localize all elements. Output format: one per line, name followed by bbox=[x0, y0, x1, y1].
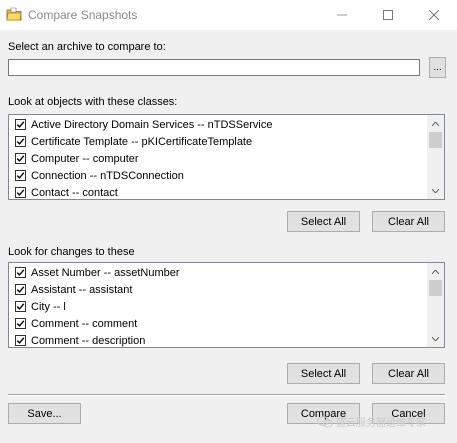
scroll-thumb[interactable] bbox=[429, 280, 442, 296]
divider bbox=[8, 394, 445, 396]
list-item[interactable]: Active Directory Domain Services -- nTDS… bbox=[15, 116, 272, 133]
checkmark-icon bbox=[16, 337, 25, 344]
list-item-label: Comment -- description bbox=[31, 334, 146, 347]
list-item[interactable]: Assistant -- assistant bbox=[15, 281, 132, 298]
minimize-button[interactable] bbox=[319, 0, 365, 30]
vertical-scrollbar[interactable] bbox=[427, 263, 444, 347]
checkbox[interactable] bbox=[15, 318, 26, 329]
scroll-down-arrow-icon[interactable] bbox=[427, 330, 444, 347]
checkmark-icon bbox=[16, 320, 25, 327]
checkbox[interactable] bbox=[15, 301, 26, 312]
checkmark-icon bbox=[16, 155, 25, 162]
vertical-scrollbar[interactable] bbox=[427, 115, 444, 199]
checkmark-icon bbox=[16, 303, 25, 310]
checkbox[interactable] bbox=[15, 187, 26, 198]
scroll-down-arrow-icon[interactable] bbox=[427, 182, 444, 199]
checkmark-icon bbox=[16, 269, 25, 276]
browse-button[interactable]: ... bbox=[429, 57, 446, 78]
classes-label: Look at objects with these classes: bbox=[8, 96, 178, 108]
checkmark-icon bbox=[16, 172, 25, 179]
scroll-thumb[interactable] bbox=[429, 132, 442, 148]
checkbox[interactable] bbox=[15, 153, 26, 164]
watermark-text: 蓝云服务器运维专家 bbox=[336, 418, 426, 429]
checkmark-icon bbox=[16, 121, 25, 128]
checkmark-icon bbox=[16, 138, 25, 145]
classes-clear-all-button[interactable]: Clear All bbox=[372, 211, 445, 232]
list-item-label: Assistant -- assistant bbox=[31, 283, 133, 296]
title-bar: Compare Snapshots bbox=[0, 0, 457, 30]
list-item[interactable]: City -- l bbox=[15, 298, 66, 315]
list-item[interactable]: Connection -- nTDSConnection bbox=[15, 167, 184, 184]
checkbox[interactable] bbox=[15, 267, 26, 278]
checkmark-icon bbox=[16, 286, 25, 293]
checkbox[interactable] bbox=[15, 284, 26, 295]
archive-path-input[interactable] bbox=[8, 59, 420, 76]
list-item-label: Active Directory Domain Services -- nTDS… bbox=[31, 118, 273, 131]
save-button[interactable]: Save... bbox=[8, 403, 81, 424]
maximize-button[interactable] bbox=[365, 0, 411, 30]
list-item[interactable]: Computer -- computer bbox=[15, 150, 139, 167]
checkbox[interactable] bbox=[15, 170, 26, 181]
checkbox[interactable] bbox=[15, 136, 26, 147]
watermark: 蓝云服务器运维专家 bbox=[317, 414, 426, 429]
list-item[interactable]: Comment -- description bbox=[15, 332, 146, 347]
list-item[interactable]: Contact -- contact bbox=[15, 184, 118, 199]
window-title: Compare Snapshots bbox=[28, 8, 138, 22]
checkmark-icon bbox=[16, 189, 25, 196]
changes-listbox[interactable]: Asset Number -- assetNumber Assistant --… bbox=[8, 262, 445, 348]
classes-listbox[interactable]: Active Directory Domain Services -- nTDS… bbox=[8, 114, 445, 200]
checkbox[interactable] bbox=[15, 119, 26, 130]
folder-icon bbox=[6, 7, 22, 21]
changes-label: Look for changes to these bbox=[8, 246, 135, 258]
close-button[interactable] bbox=[411, 0, 457, 30]
classes-select-all-button[interactable]: Select All bbox=[287, 211, 360, 232]
list-item-label: Asset Number -- assetNumber bbox=[31, 266, 180, 279]
chat-bubble-icon bbox=[317, 415, 333, 428]
list-item-label: Comment -- comment bbox=[31, 317, 138, 330]
list-item-label: City -- l bbox=[31, 300, 66, 313]
minimize-icon bbox=[337, 14, 347, 16]
close-icon bbox=[429, 10, 439, 20]
list-item[interactable]: Comment -- comment bbox=[15, 315, 137, 332]
list-item-label: Computer -- computer bbox=[31, 152, 139, 165]
changes-select-all-button[interactable]: Select All bbox=[287, 363, 360, 384]
scroll-up-arrow-icon[interactable] bbox=[427, 263, 444, 280]
maximize-icon bbox=[383, 10, 393, 20]
archive-label: Select an archive to compare to: bbox=[8, 41, 166, 53]
list-item-label: Contact -- contact bbox=[31, 186, 118, 199]
list-item[interactable]: Asset Number -- assetNumber bbox=[15, 264, 180, 281]
checkbox[interactable] bbox=[15, 335, 26, 346]
scroll-up-arrow-icon[interactable] bbox=[427, 115, 444, 132]
changes-clear-all-button[interactable]: Clear All bbox=[372, 363, 445, 384]
list-item-label: Certificate Template -- pKICertificateTe… bbox=[31, 135, 253, 148]
list-item-label: Connection -- nTDSConnection bbox=[31, 169, 184, 182]
list-item[interactable]: Certificate Template -- pKICertificateTe… bbox=[15, 133, 252, 150]
